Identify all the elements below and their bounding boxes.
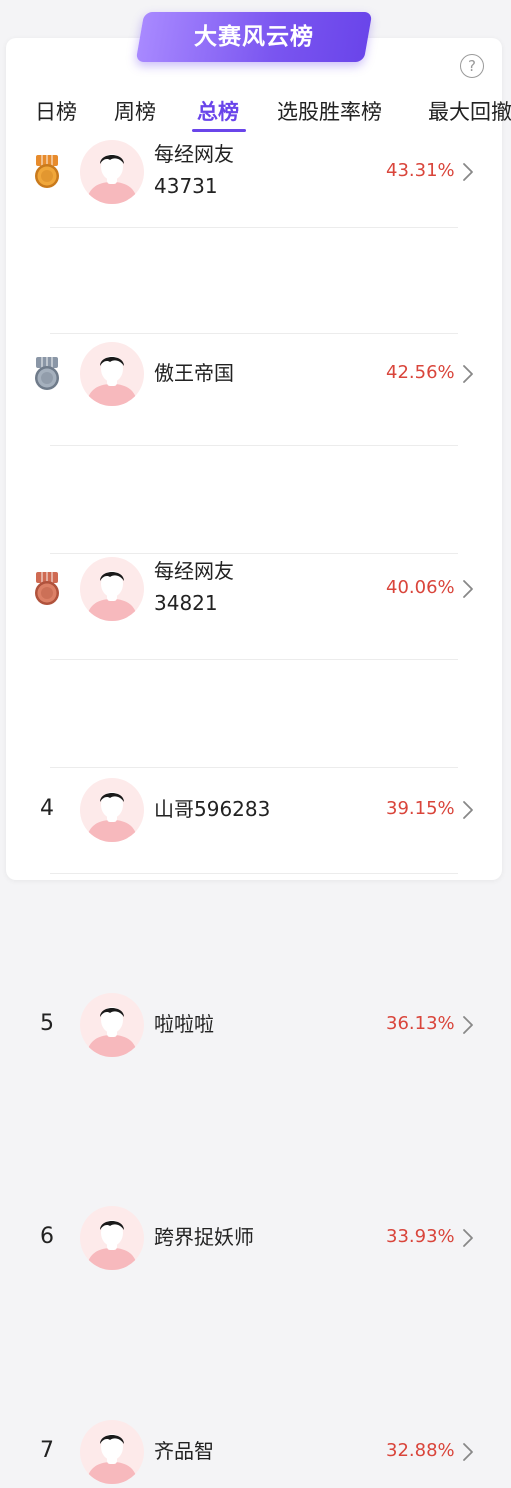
ranking-tabs: 日榜 周榜 总榜 选股胜率榜 最大回撤: [0, 92, 511, 136]
avatar[interactable]: [80, 993, 144, 1057]
avatar[interactable]: [80, 1206, 144, 1270]
user-name: 每经网友 43731: [154, 138, 354, 202]
ranking-row[interactable]: 每经网友 34821 40.06%: [0, 334, 511, 621]
user-name-line1: 跨界捉妖师: [154, 1225, 254, 1249]
chevron-right-icon[interactable]: [461, 1442, 475, 1462]
user-name: 啦啦啦: [154, 1008, 354, 1040]
rank-number: 7: [40, 1438, 54, 1463]
banner-title: 大赛风云榜: [194, 24, 314, 50]
rank-number: 6: [40, 1224, 54, 1249]
chevron-right-icon[interactable]: [461, 1015, 475, 1035]
win-rate-value: 36.13%: [386, 1013, 455, 1034]
avatar[interactable]: [80, 140, 144, 204]
win-rate-value: 32.88%: [386, 1440, 455, 1461]
ranking-row[interactable]: 6 跨界捉妖师 33.93%: [0, 660, 511, 1270]
chevron-right-icon[interactable]: [461, 1228, 475, 1248]
tab-stock-win-rate[interactable]: 选股胜率榜: [277, 92, 382, 132]
help-icon[interactable]: ?: [460, 54, 484, 78]
user-name-line1: 啦啦啦: [154, 1012, 214, 1036]
tab-overall[interactable]: 总榜: [197, 92, 239, 132]
user-name: 齐品智: [154, 1435, 354, 1467]
chevron-right-icon[interactable]: [461, 162, 475, 182]
user-name: 跨界捉妖师: [154, 1221, 354, 1253]
ranking-row[interactable]: 5 啦啦啦 36.13%: [0, 554, 511, 1057]
ranking-row[interactable]: 每经网友 43731 43.31%: [0, 136, 511, 228]
user-name-line1: 齐品智: [154, 1439, 214, 1463]
tab-max-drawdown[interactable]: 最大回撤: [428, 92, 511, 132]
win-rate-value: 43.31%: [386, 160, 455, 181]
rank-number: 5: [40, 1011, 54, 1036]
user-name-line2: 43731: [154, 174, 218, 198]
ranking-row[interactable]: 4 山哥596283 39.15%: [0, 446, 511, 842]
row-divider: [50, 873, 458, 874]
gold-medal-icon: [33, 155, 61, 189]
ranking-row[interactable]: 傲王帝国 42.56%: [0, 228, 511, 406]
ranking-row[interactable]: 7 齐品智 32.88%: [0, 768, 511, 1484]
avatar[interactable]: [80, 1420, 144, 1484]
tab-weekly[interactable]: 周榜: [114, 92, 156, 132]
user-name-line1: 每经网友: [154, 142, 234, 166]
win-rate-value: 33.93%: [386, 1226, 455, 1247]
active-tab-indicator: [192, 129, 246, 132]
tab-daily[interactable]: 日榜: [35, 92, 77, 132]
